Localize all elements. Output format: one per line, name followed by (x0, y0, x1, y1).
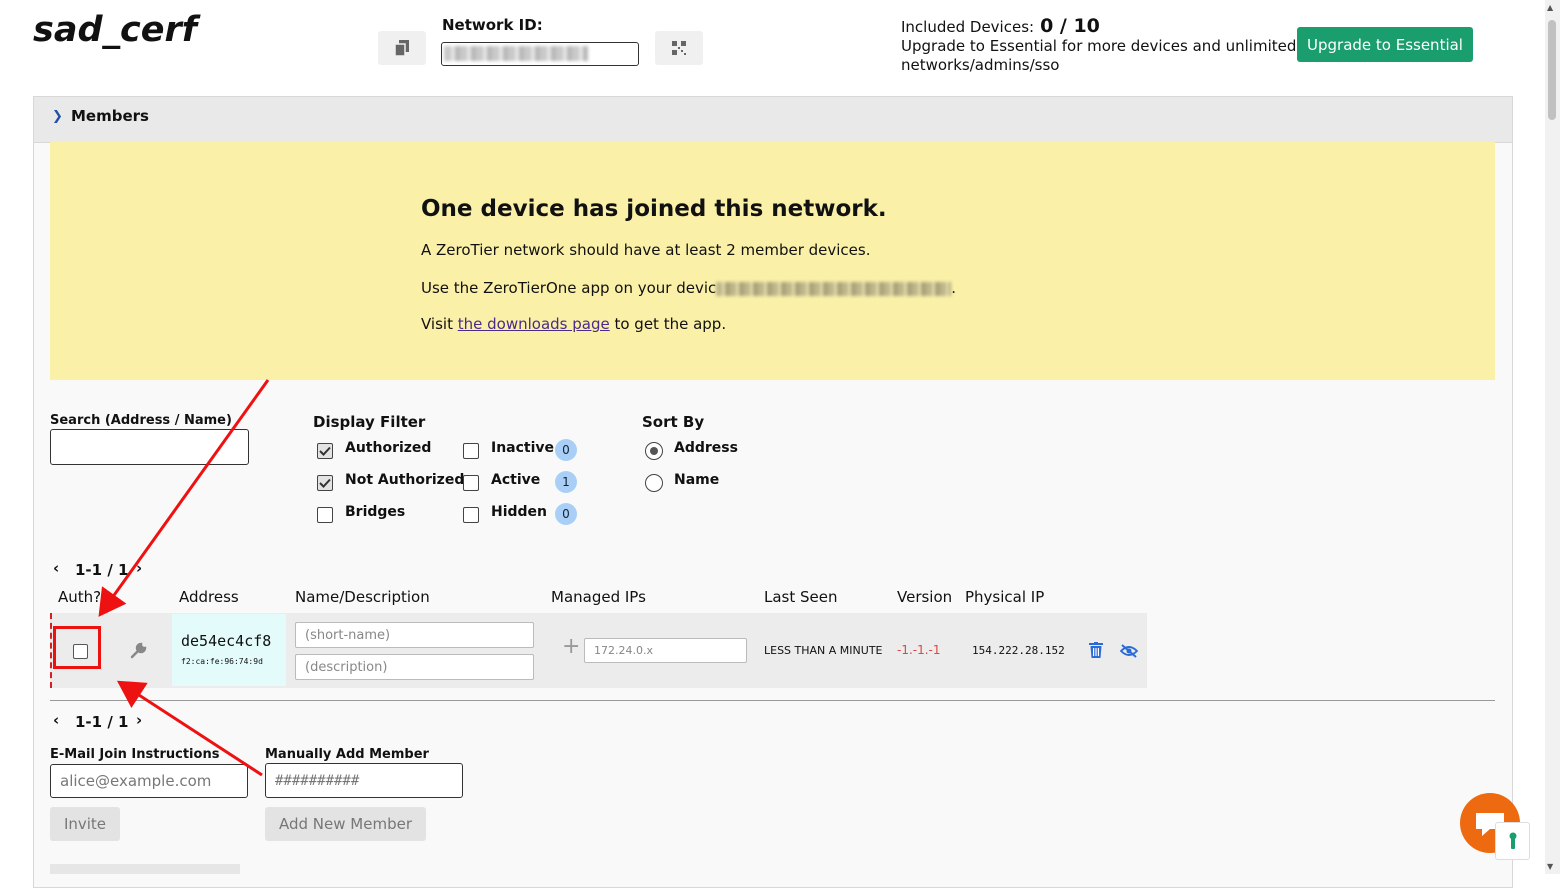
annotation-arrows (98, 379, 270, 777)
scrollbar-thumb[interactable] (1548, 20, 1556, 120)
scrollbar[interactable] (1545, 0, 1560, 874)
keyhole-icon (1509, 832, 1516, 849)
scroll-down-arrow-icon[interactable]: ▼ (1547, 862, 1553, 871)
keyhole-badge[interactable] (1495, 822, 1530, 860)
scroll-up-arrow-icon[interactable]: ▲ (1547, 3, 1553, 12)
